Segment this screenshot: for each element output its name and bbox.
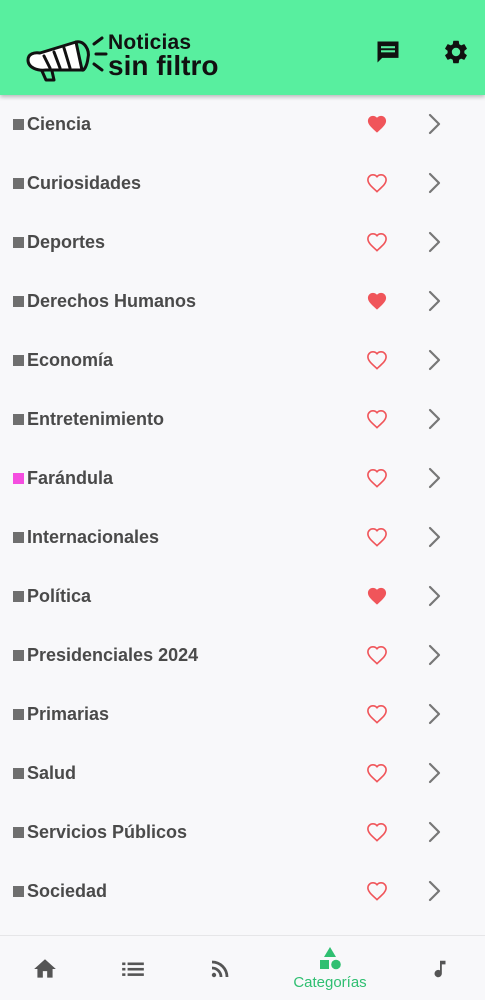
- home-icon: [34, 958, 56, 978]
- category-color-square: [13, 650, 24, 661]
- heart-outline-icon[interactable]: [366, 468, 388, 488]
- category-label: Salud: [27, 763, 77, 783]
- chevron-right-icon: [428, 880, 441, 902]
- heart-filled-icon[interactable]: [366, 291, 388, 311]
- category-color-square: [13, 768, 24, 779]
- app-header: Noticias sin filtro: [0, 0, 485, 95]
- settings-button[interactable]: [442, 38, 470, 66]
- category-label: Internacionales: [27, 527, 160, 547]
- heart-outline-icon[interactable]: [366, 881, 388, 901]
- chevron-right-icon: [428, 349, 441, 371]
- category-label: Economía: [27, 350, 114, 370]
- heart-outline-icon[interactable]: [366, 409, 388, 429]
- nav-music[interactable]: [425, 936, 455, 1000]
- chevron-right-icon: [428, 703, 441, 725]
- category-label: Primarias: [27, 704, 110, 724]
- heart-filled-icon[interactable]: [366, 586, 388, 606]
- rss-icon: [211, 960, 229, 977]
- heart-outline-icon[interactable]: [366, 527, 388, 547]
- category-label: Servicios Públicos: [27, 822, 188, 842]
- category-color-square: [13, 473, 24, 484]
- category-row[interactable]: Entretenimiento: [0, 390, 485, 449]
- megaphone-logo-icon: [26, 36, 108, 82]
- chevron-right-icon: [428, 526, 441, 548]
- nav-categorias[interactable]: Categorías: [280, 936, 380, 1000]
- category-list: Ciencia Curiosidades Deportes Derechos Huma…: [0, 95, 485, 935]
- chevron-right-icon: [428, 172, 441, 194]
- shapes-icon: [320, 947, 341, 970]
- category-color-square: [13, 709, 24, 720]
- category-color-square: [13, 414, 24, 425]
- bottom-navigation: Categorías: [0, 935, 485, 1000]
- category-color-square: [13, 237, 24, 248]
- chevron-right-icon: [428, 762, 441, 784]
- chat-button[interactable]: [374, 38, 402, 66]
- category-label: Curiosidades: [27, 173, 142, 193]
- category-label: Política: [27, 586, 92, 606]
- category-row[interactable]: Deportes: [0, 213, 485, 272]
- category-label: Ciencia: [27, 114, 92, 134]
- category-row[interactable]: Farándula: [0, 449, 485, 508]
- category-label: Sociedad: [27, 881, 108, 901]
- category-row[interactable]: Ciencia: [0, 95, 485, 154]
- nav-categorias-label: Categorías: [293, 974, 367, 991]
- category-label: Farándula: [27, 468, 114, 488]
- heart-outline-icon[interactable]: [366, 173, 388, 193]
- category-label: Derechos Humanos: [27, 291, 197, 311]
- heart-filled-icon[interactable]: [366, 114, 388, 134]
- brand-title: Noticias sin filtro: [108, 32, 218, 80]
- category-row[interactable]: Salud: [0, 744, 485, 803]
- category-color-square: [13, 886, 24, 897]
- chevron-right-icon: [428, 113, 441, 135]
- chevron-right-icon: [428, 821, 441, 843]
- category-row[interactable]: Internacionales: [0, 508, 485, 567]
- heart-outline-icon[interactable]: [366, 704, 388, 724]
- chevron-right-icon: [428, 231, 441, 253]
- heart-outline-icon[interactable]: [366, 645, 388, 665]
- nav-home[interactable]: [28, 936, 62, 1000]
- chevron-right-icon: [428, 290, 441, 312]
- category-color-square: [13, 355, 24, 366]
- category-color-square: [13, 591, 24, 602]
- category-label: Deportes: [27, 232, 106, 252]
- category-color-square: [13, 532, 24, 543]
- category-label: Entretenimiento: [27, 409, 165, 429]
- heart-outline-icon[interactable]: [366, 763, 388, 783]
- music-note-icon: [434, 960, 446, 977]
- category-color-square: [13, 296, 24, 307]
- category-color-square: [13, 827, 24, 838]
- heart-outline-icon[interactable]: [366, 232, 388, 252]
- category-row[interactable]: Sociedad: [0, 862, 485, 921]
- chevron-right-icon: [428, 467, 441, 489]
- category-color-square: [13, 178, 24, 189]
- category-row[interactable]: Presidenciales 2024: [0, 626, 485, 685]
- chevron-right-icon: [428, 408, 441, 430]
- nav-rss[interactable]: [203, 936, 237, 1000]
- category-row[interactable]: Primarias: [0, 685, 485, 744]
- category-row[interactable]: Servicios Públicos: [0, 803, 485, 862]
- list-icon: [122, 962, 144, 976]
- brand-title-line2: sin filtro: [108, 50, 219, 81]
- category-color-square: [13, 119, 24, 130]
- heart-outline-icon[interactable]: [366, 350, 388, 370]
- category-row[interactable]: Curiosidades: [0, 154, 485, 213]
- category-label: Presidenciales 2024: [27, 645, 199, 665]
- nav-list[interactable]: [116, 936, 150, 1000]
- gear-icon: [445, 40, 467, 64]
- category-row[interactable]: Política: [0, 567, 485, 626]
- chevron-right-icon: [428, 644, 441, 666]
- chevron-right-icon: [428, 585, 441, 607]
- heart-outline-icon[interactable]: [366, 822, 388, 842]
- category-row[interactable]: Economía: [0, 331, 485, 390]
- category-row[interactable]: Derechos Humanos: [0, 272, 485, 331]
- chat-icon: [377, 41, 399, 63]
